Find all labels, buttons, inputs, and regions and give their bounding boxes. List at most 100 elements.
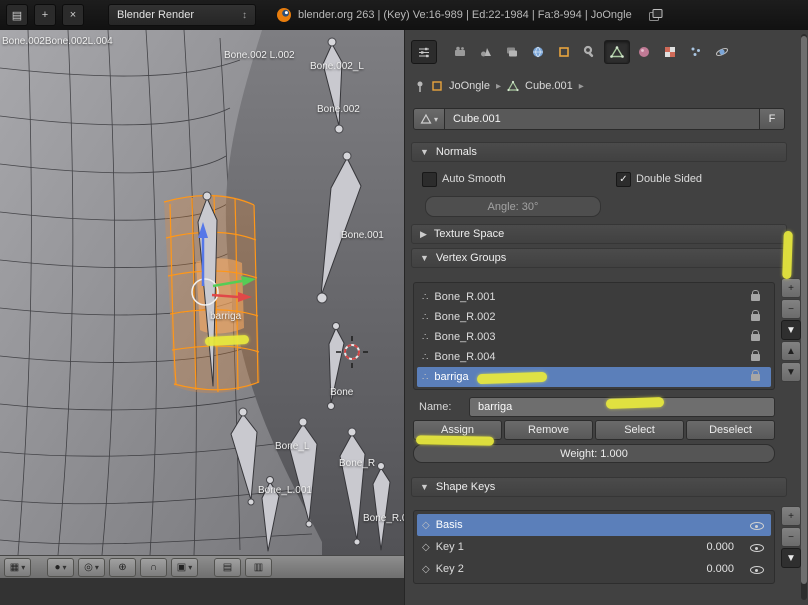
eye-icon[interactable] [750,563,764,575]
pivot-point-button[interactable]: ◎ [78,557,105,577]
vertex-group-name: Bone_R.001 [434,291,496,303]
viewport-3d[interactable]: Bone.002Bone.002L.004 Bone.002 L.002 Bon… [0,30,404,555]
vertex-group-item[interactable]: Bone_R.003 [417,327,771,347]
snap-magnet-button[interactable]: ∩ [140,557,167,577]
move-vertex-group-up-button[interactable]: ▲ [781,341,801,361]
remove-button[interactable]: Remove [504,420,593,440]
opengl-render-button[interactable]: ▤ [214,557,241,577]
select-button[interactable]: Select [595,420,684,440]
bone-label: Bone.002 [317,104,360,115]
shape-key-item-selected[interactable]: Basis [417,514,771,536]
object-cube-icon [559,47,569,57]
editor-type-properties-button[interactable] [411,40,437,64]
updown-arrows-icon: ↕ [242,9,247,21]
add-vertex-group-button[interactable]: + [781,278,801,298]
vertex-group-item-selected[interactable]: barriga [417,367,771,387]
fake-user-button[interactable]: F [760,108,785,130]
tab-render-layers[interactable] [500,41,524,63]
tab-object[interactable] [552,41,576,63]
vertex-group-icon [422,351,428,363]
lock-icon[interactable] [751,329,760,341]
shape-key-item[interactable]: Key 2 0.000 [417,558,771,580]
panel-header-vertex-groups[interactable]: ▼ Vertex Groups [411,248,787,268]
remove-shape-key-button[interactable]: − [781,527,801,547]
properties-scrollbar[interactable] [801,34,807,600]
triangle-down-icon: ▼ [420,482,429,492]
tab-world[interactable] [526,41,550,63]
shape-key-value[interactable]: 0.000 [706,563,734,575]
triangle-down-icon: ▼ [420,253,429,263]
lock-icon[interactable] [751,289,760,301]
auto-smooth-checkbox[interactable] [422,172,437,187]
vertex-group-name: Bone_R.004 [434,351,496,363]
triangle-right-icon: ▶ [420,228,427,239]
screen-layout-icon[interactable] [648,8,664,22]
render-engine-dropdown[interactable]: Blender Render ↕ [108,4,256,26]
tab-modifiers[interactable] [578,41,602,63]
snap-element-button[interactable]: ▣ [171,557,198,577]
annotation-highlight-add-button [782,230,793,280]
double-sided-checkbox[interactable] [616,172,631,187]
bone-label: Bone.002_L [310,61,364,72]
blender-logo-icon [277,8,291,22]
opengl-render-anim-button[interactable]: ▥ [245,557,272,577]
lock-icon[interactable] [751,309,760,321]
shape-key-item[interactable]: Key 1 0.000 [417,536,771,558]
deselect-button[interactable]: Deselect [686,420,775,440]
editor-type-3d-view-button[interactable]: ▦ [4,557,31,577]
tab-particles[interactable] [684,41,708,63]
remove-vertex-group-button[interactable]: − [781,299,801,319]
shape-key-specials-button[interactable]: ▼ [781,548,801,568]
shape-key-icon [422,563,430,575]
mesh-name-field[interactable]: Cube.001 [445,108,760,130]
info-header: ▤ + × Blender Render ↕ blender.org 263 |… [0,0,808,30]
tab-scene[interactable] [474,41,498,63]
object-cube-icon [432,81,442,91]
vertex-group-item[interactable]: Bone_R.002 [417,307,771,327]
tab-object-data[interactable] [604,40,630,64]
scrollbar-handle[interactable] [801,36,807,584]
breadcrumb-object[interactable]: JoOngle [449,80,490,92]
weight-slider[interactable]: Weight: 1.000 [413,444,775,463]
tab-render[interactable] [448,41,472,63]
add-shape-key-button[interactable]: + [781,506,801,526]
tab-material[interactable] [632,41,656,63]
eye-icon[interactable] [750,519,764,531]
layers-icon [507,47,517,57]
panel-header-texture-space[interactable]: ▶ Texture Space [411,224,787,244]
vertex-group-specials-button[interactable]: ▼ [781,320,801,340]
panel-header-normals[interactable]: ▼ Normals [411,142,787,162]
lock-icon[interactable] [751,369,760,381]
world-icon [533,46,543,58]
eye-icon[interactable] [750,541,764,553]
vertex-groups-side-buttons: + − ▼ ▲ ▼ [781,278,801,382]
shape-keys-list: Basis Key 1 0.000 Key 2 0.000 [413,510,775,584]
triangle-down-icon: ▼ [420,147,429,157]
vertex-group-icon [422,291,428,303]
breadcrumb-data[interactable]: Cube.001 [525,80,573,92]
close-area-button[interactable]: × [62,4,84,26]
vertex-group-icon [422,311,428,323]
chevron-right-icon [579,80,584,92]
viewport-shading-button[interactable]: ● [47,557,74,577]
move-vertex-group-down-button[interactable]: ▼ [781,362,801,382]
lock-icon[interactable] [751,349,760,361]
bone-label: Bone.001 [341,230,384,241]
auto-smooth-angle-slider[interactable]: Angle: 30° [425,196,601,217]
bone-label: Bone.002 L.002 [224,50,295,61]
shape-keys-side-buttons: + − ▼ [781,506,801,568]
vertex-group-item[interactable]: Bone_R.001 [417,287,771,307]
normals-options-row: Auto Smooth Double Sided [405,172,785,188]
name-label: Name: [419,401,452,413]
tab-texture[interactable] [658,41,682,63]
browse-mesh-data-button[interactable] [413,108,445,130]
tab-physics[interactable] [710,41,734,63]
shape-key-value[interactable]: 0.000 [706,541,734,553]
auto-smooth-label: Auto Smooth [442,173,506,185]
panel-header-shape-keys[interactable]: ▼ Shape Keys [411,477,787,497]
split-area-button[interactable]: + [34,4,56,26]
editor-type-info-button[interactable]: ▤ [6,4,28,26]
pin-icon [417,81,423,92]
vertex-group-item[interactable]: Bone_R.004 [417,347,771,367]
transform-manipulator-button[interactable]: ⊕ [109,557,136,577]
